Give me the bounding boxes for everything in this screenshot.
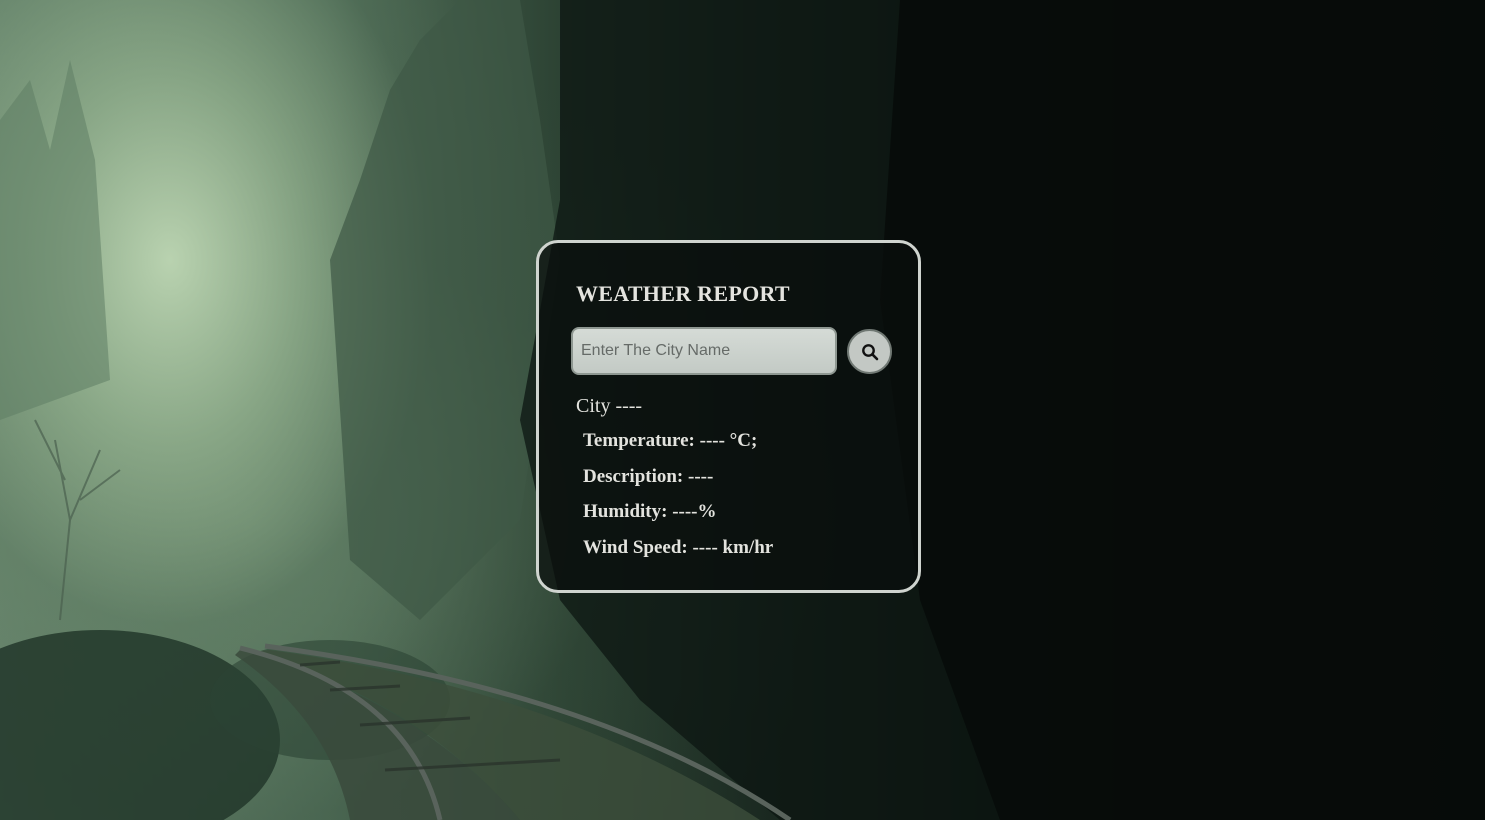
search-button[interactable] [847,329,892,374]
wind-speed-text: Wind Speed: ---- km/hr [583,537,774,558]
humidity-text: Humidity: ----% [583,501,717,522]
city-search-input[interactable] [571,327,837,375]
weather-report-title: WEATHER REPORT [576,281,790,306]
weather-report-card: WEATHER REPORT City ---- Temperature: --… [536,240,921,593]
search-icon [861,343,878,360]
city-name-text: City ---- [576,395,643,417]
description-text: Description: ---- [583,466,714,487]
temperature-text: Temperature: ---- °C; [583,430,758,451]
